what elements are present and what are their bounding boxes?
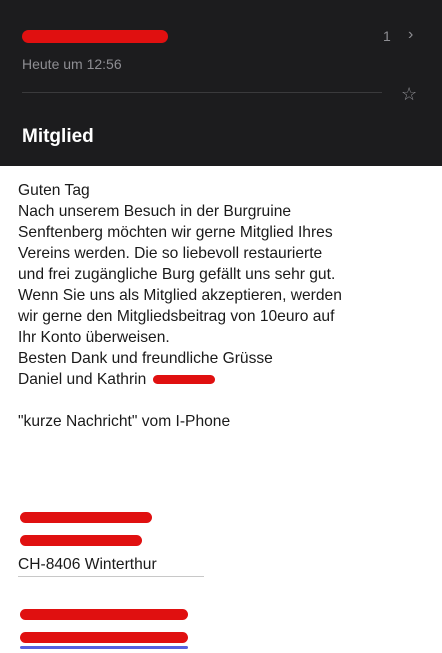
- message-time: Heute um 12:56: [22, 56, 122, 72]
- chevron-right-icon[interactable]: ›: [408, 26, 413, 44]
- address-city: CH-8406 Winterthur: [18, 556, 157, 573]
- mail-message-view: 1 › Heute um 12:56 ☆ Mitglied Guten Tag …: [0, 0, 442, 653]
- body-line: Ihr Konto überweisen.: [18, 329, 170, 346]
- signature-text: Daniel und Kathrin: [18, 371, 147, 388]
- phone-redacted: [20, 609, 188, 620]
- body-line: Besten Dank und freundliche Grüsse: [18, 350, 273, 367]
- body-line: Vereins werden. Die so liebevoll restaur…: [18, 245, 323, 262]
- email-link-underline: [20, 646, 188, 649]
- message-counter: 1: [383, 28, 391, 44]
- footer-note: "kurze Nachricht" vom I-Phone: [18, 413, 231, 430]
- surname-redacted: [152, 375, 215, 385]
- message-body: Guten Tag Nach unserem Besuch in der Bur…: [18, 180, 433, 432]
- body-line: Wenn Sie uns als Mitglied akzeptieren, w…: [18, 287, 342, 304]
- sender-name-redacted: [22, 30, 168, 43]
- body-line: Senftenberg möchten wir gerne Mitglied I…: [18, 224, 333, 241]
- address-link-underline: [18, 576, 204, 577]
- header-divider: [22, 92, 382, 93]
- greeting-line: Guten Tag: [18, 182, 90, 199]
- email-redacted: [20, 632, 188, 643]
- signature-line: Daniel und Kathrin: [18, 369, 433, 390]
- address-redacted-1: [20, 512, 152, 523]
- address-redacted-2: [20, 535, 142, 546]
- message-subject: Mitglied: [22, 126, 94, 147]
- body-line: Nach unserem Besuch in der Burgruine: [18, 203, 292, 220]
- star-icon[interactable]: ☆: [401, 84, 417, 105]
- body-line: wir gerne den Mitgliedsbeitrag von 10eur…: [18, 308, 335, 325]
- message-header: 1 › Heute um 12:56 ☆ Mitglied: [0, 0, 442, 166]
- body-line: und frei zugängliche Burg gefällt uns se…: [18, 266, 336, 283]
